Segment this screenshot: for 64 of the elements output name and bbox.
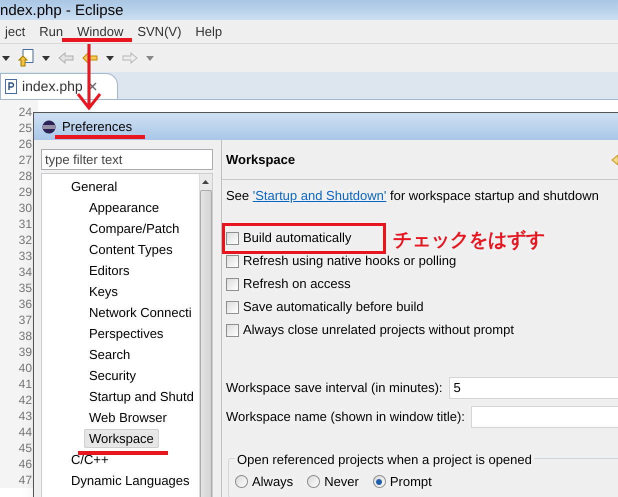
- line-number: 34: [18, 264, 32, 280]
- tree-item[interactable]: Search: [84, 344, 136, 364]
- line-number: 31: [18, 216, 32, 232]
- filter-field[interactable]: type filter text: [41, 149, 213, 170]
- annotation-note: チェックをはずす: [393, 228, 545, 253]
- line-number: 30: [18, 200, 32, 216]
- tab-label: index.php: [22, 77, 83, 96]
- line-number: 37: [18, 312, 32, 328]
- checkbox-label: Refresh on access: [243, 275, 351, 294]
- tree-item[interactable]: Editors: [84, 260, 134, 280]
- editor-tab[interactable]: index.php: [0, 73, 118, 99]
- line-number: 33: [18, 248, 32, 264]
- line-number: 28: [18, 168, 32, 184]
- line-number: 46: [18, 456, 32, 472]
- tree-item[interactable]: Compare/Patch: [84, 218, 184, 238]
- tree-item[interactable]: Keys: [84, 282, 123, 302]
- tree-item[interactable]: Perspectives: [84, 324, 168, 344]
- tree-item[interactable]: Workspace: [84, 429, 159, 448]
- line-number: 39: [18, 344, 32, 360]
- line-number: 43: [18, 408, 32, 424]
- field-label: Workspace name (shown in window title):: [226, 408, 465, 426]
- line-number: 35: [18, 280, 32, 296]
- menu-item[interactable]: Run: [34, 22, 68, 42]
- checkbox-label: Build automatically: [243, 229, 352, 248]
- tree-item[interactable]: Startup and Shutd: [84, 386, 199, 406]
- line-number: 38: [18, 328, 32, 344]
- line-number: 36: [18, 296, 32, 312]
- page-title: Workspace: [226, 150, 296, 169]
- startup-shutdown-link[interactable]: 'Startup and Shutdown': [252, 188, 386, 203]
- line-number: 25: [18, 120, 32, 136]
- line-number: 40: [18, 360, 32, 376]
- menu-item[interactable]: ject: [0, 22, 30, 42]
- menu-item[interactable]: Help: [190, 22, 228, 42]
- input-field[interactable]: 5: [448, 376, 618, 398]
- menu-item[interactable]: SVN(V): [132, 22, 186, 42]
- tree-item[interactable]: Dynamic Languages: [66, 470, 195, 490]
- line-number: 44: [18, 424, 32, 440]
- checkbox-label: Save automatically before build: [243, 298, 424, 316]
- line-number: 45: [18, 440, 32, 456]
- line-number: 29: [18, 184, 32, 200]
- field-label: Workspace save interval (in minutes):: [226, 378, 443, 397]
- tree-item[interactable]: General: [66, 176, 122, 196]
- window-title: ndex.php - Eclipse: [0, 2, 124, 18]
- checkbox-label: Refresh using native hooks or polling: [243, 252, 456, 270]
- tree-item[interactable]: Appearance: [84, 198, 164, 218]
- line-number: 32: [18, 232, 32, 248]
- line-number: 42: [18, 392, 32, 408]
- line-number: 24: [18, 104, 32, 120]
- tree-item[interactable]: Network Connecti: [84, 302, 197, 322]
- radio-label: Prompt: [390, 472, 432, 491]
- tree-item[interactable]: Web Browser: [84, 408, 172, 428]
- tree-item[interactable]: Content Types: [84, 240, 178, 260]
- radio-label: Always: [252, 472, 294, 491]
- intro-text: See 'Startup and Shutdown' for workspace startup and shutdown: [226, 187, 600, 205]
- checkbox-label: Always close unrelated projects without prompt: [243, 321, 514, 340]
- line-number: 41: [18, 376, 32, 392]
- menu-item[interactable]: Window: [72, 22, 128, 42]
- tree-item[interactable]: Security: [84, 366, 141, 386]
- radio-label: Never: [324, 472, 359, 491]
- tree-item[interactable]: C/C++: [66, 450, 114, 470]
- line-number: 47: [18, 472, 32, 488]
- dialog-title: Preferences: [62, 118, 132, 136]
- line-number: 27: [18, 152, 32, 168]
- line-number: 26: [18, 136, 32, 152]
